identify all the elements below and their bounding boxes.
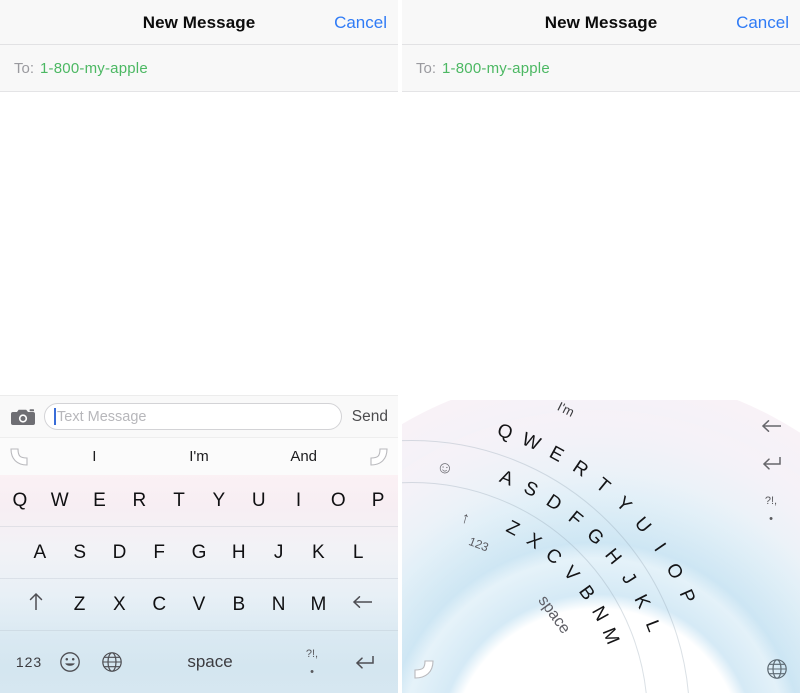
backspace-left-arrow-icon[interactable] — [754, 418, 788, 439]
key-c[interactable]: C — [139, 594, 179, 616]
key-x[interactable]: X — [100, 594, 140, 616]
flat-keyboard-panel: New Message Cancel To: 1-800-my-apple Te… — [0, 0, 398, 693]
key-y[interactable]: Y — [199, 490, 239, 512]
key-v[interactable]: V — [179, 594, 219, 616]
punctuation-key[interactable]: ?!, • — [286, 648, 338, 678]
suggestion-item[interactable]: I'm — [147, 448, 252, 465]
conversation-area — [0, 92, 398, 401]
key-p[interactable]: P — [358, 490, 398, 512]
recipient-value: 1-800-my-apple — [40, 59, 148, 77]
key-e[interactable]: E — [80, 490, 120, 512]
key-m[interactable]: M — [298, 594, 338, 616]
key-k[interactable]: K — [298, 542, 338, 564]
predictive-suggestions: I I'm And — [42, 448, 356, 465]
shift-up-arrow-icon[interactable] — [12, 592, 60, 618]
keyboard-row-2: A S D F G H J K L — [0, 527, 398, 579]
conversation-area — [402, 92, 800, 401]
comparison-stage: New Message Cancel To: 1-800-my-apple Te… — [0, 0, 800, 693]
globe-icon[interactable] — [766, 658, 788, 685]
navigation-bar: New Message Cancel — [0, 0, 398, 45]
key-f[interactable]: F — [139, 542, 179, 564]
punctuation-label: ?!, — [764, 495, 778, 507]
key-d[interactable]: D — [100, 542, 140, 564]
key-u[interactable]: U — [239, 490, 279, 512]
key-w[interactable]: W — [40, 490, 80, 512]
key-j[interactable]: J — [259, 542, 299, 564]
onscreen-keyboard: Q W E R T Y U I O P A S D F G H J K L Z … — [0, 475, 398, 693]
recipient-label: To: — [14, 59, 35, 77]
send-button[interactable]: Send — [350, 408, 392, 426]
return-arrow-icon[interactable] — [754, 454, 788, 477]
keyboard-stack: Text Message Send QWERTYUIOPASDFGHJKLZXC… — [402, 400, 800, 693]
keyboard-row-3: Z X C V B N M — [0, 579, 398, 631]
key-n[interactable]: N — [259, 594, 299, 616]
keyboard-row-1: Q W E R T Y U I O P — [0, 475, 398, 527]
suggestion-item[interactable]: I — [42, 448, 147, 465]
key-b[interactable]: B — [219, 594, 259, 616]
key-l[interactable]: L — [338, 542, 378, 564]
curved-keyboard-surface: QWERTYUIOPASDFGHJKLZXCVBNMII'm↑123space☺ — [402, 400, 800, 693]
punctuation-sub: • — [769, 513, 773, 525]
return-arrow-icon[interactable] — [338, 653, 390, 671]
arc-corner-icon-right — [356, 445, 398, 469]
key-h[interactable]: H — [219, 542, 259, 564]
key-a[interactable]: A — [20, 542, 60, 564]
text-caret — [54, 408, 56, 425]
recipient-value: 1-800-my-apple — [442, 59, 550, 77]
navigation-bar: New Message Cancel — [402, 0, 800, 45]
cancel-button[interactable]: Cancel — [334, 13, 387, 33]
key-z[interactable]: Z — [60, 594, 100, 616]
key-i[interactable]: I — [279, 490, 319, 512]
arc-corner-icon-left — [0, 445, 42, 469]
globe-icon[interactable] — [90, 651, 134, 673]
smiley-face-icon[interactable] — [50, 651, 90, 673]
key-t[interactable]: T — [159, 490, 199, 512]
punctuation-key[interactable]: ?!, • — [754, 495, 788, 525]
numbers-key[interactable]: 123 — [8, 654, 50, 670]
punctuation-label: ?!, — [305, 648, 319, 660]
punctuation-sub: • — [310, 666, 314, 678]
key-q[interactable]: Q — [0, 490, 40, 512]
predictive-bar: I I'm And — [0, 437, 398, 475]
recipient-label: To: — [416, 59, 437, 77]
curved-side-keys: ?!, • — [746, 400, 792, 693]
space-key[interactable]: space — [134, 652, 286, 672]
smiley-face-icon[interactable]: ☺ — [435, 457, 462, 490]
recipient-field[interactable]: To: 1-800-my-apple — [402, 45, 800, 92]
recipient-field[interactable]: To: 1-800-my-apple — [0, 45, 398, 92]
key-s[interactable]: S — [60, 542, 100, 564]
message-placeholder: Text Message — [57, 408, 147, 425]
message-composer: Text Message Send — [0, 395, 398, 437]
backspace-left-arrow-icon[interactable] — [338, 594, 386, 616]
suggestion-item[interactable]: And — [251, 448, 356, 465]
keyboard-row-4: 123 space ?!, • — [0, 631, 398, 693]
message-input[interactable]: Text Message — [44, 403, 342, 430]
cancel-button[interactable]: Cancel — [736, 13, 789, 33]
camera-icon[interactable] — [10, 405, 38, 429]
arc-corner-icon-left — [410, 656, 438, 687]
curved-keyboard-panel: New Message Cancel To: 1-800-my-apple Q … — [402, 0, 800, 693]
key-r[interactable]: R — [119, 490, 159, 512]
key-g[interactable]: G — [179, 542, 219, 564]
keyboard-stack: Text Message Send I I'm And Q W E R T Y … — [0, 395, 398, 693]
key-o[interactable]: O — [318, 490, 358, 512]
